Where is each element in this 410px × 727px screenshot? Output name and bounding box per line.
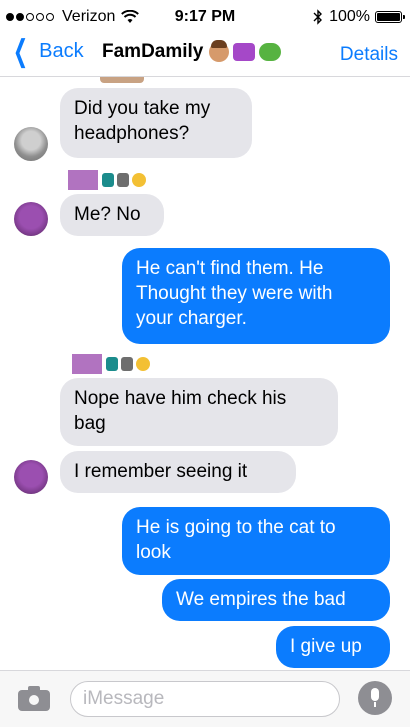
camera-icon[interactable] bbox=[18, 685, 50, 711]
dress-emoji-icon bbox=[106, 357, 118, 371]
sleeping-face-emoji-icon bbox=[136, 357, 150, 371]
message-bubble-outgoing[interactable]: We empires the bad bbox=[162, 579, 390, 621]
sender-emoji-strip-partial bbox=[100, 77, 144, 83]
back-button[interactable]: ❮ Back bbox=[8, 34, 84, 68]
woman-emoji-icon bbox=[209, 40, 230, 62]
battery-icon bbox=[375, 11, 405, 23]
microphone-emoji-icon bbox=[121, 357, 133, 371]
dress-emoji-icon bbox=[102, 173, 114, 187]
message-bubble-incoming[interactable]: Me? No bbox=[60, 194, 164, 236]
message-bubble-incoming[interactable]: Nope have him check his bag bbox=[60, 378, 338, 446]
mic-stand bbox=[374, 702, 376, 707]
redacted-name bbox=[72, 354, 102, 374]
battery-percent: 100% bbox=[329, 8, 370, 25]
message-thread[interactable]: Did you take my headphones? Me? No He ca… bbox=[0, 77, 410, 670]
message-bubble-outgoing[interactable]: I give up bbox=[276, 626, 390, 668]
microphone-icon[interactable] bbox=[358, 681, 392, 715]
title-emojis bbox=[209, 40, 282, 62]
bluetooth-icon bbox=[313, 9, 323, 25]
avatar[interactable] bbox=[14, 460, 48, 494]
avatar[interactable] bbox=[14, 202, 48, 236]
conversation-title[interactable]: FamDamily bbox=[102, 40, 282, 63]
camera-lens bbox=[27, 693, 41, 707]
details-button[interactable]: Details bbox=[340, 44, 398, 66]
sender-emoji-strip bbox=[72, 353, 153, 375]
message-bubble-incoming[interactable]: Did you take my headphones? bbox=[60, 88, 252, 158]
nav-bar: ❮ Back FamDamily Details bbox=[0, 34, 410, 74]
avatar[interactable] bbox=[14, 127, 48, 161]
title-text: FamDamily bbox=[102, 41, 204, 62]
sender-emoji-strip bbox=[68, 169, 149, 191]
message-input[interactable] bbox=[70, 681, 340, 717]
alien-monster-emoji-icon bbox=[233, 43, 256, 61]
back-label: Back bbox=[39, 40, 84, 62]
microphone-emoji-icon bbox=[117, 173, 129, 187]
mic-capsule bbox=[371, 688, 379, 701]
message-bubble-incoming[interactable]: I remember seeing it bbox=[60, 451, 296, 493]
frog-emoji-icon bbox=[259, 43, 282, 61]
message-bubble-outgoing[interactable]: He can't find them. He Thought they were… bbox=[122, 248, 390, 344]
redacted-name bbox=[68, 170, 98, 190]
battery-fill bbox=[377, 13, 400, 21]
status-right: 100% bbox=[313, 8, 405, 26]
composer-bar bbox=[0, 670, 410, 727]
sleeping-face-emoji-icon bbox=[132, 173, 146, 187]
chevron-left-icon: ❮ bbox=[13, 34, 29, 68]
status-bar: Verizon 9:17 PM 100% bbox=[0, 0, 410, 34]
message-bubble-outgoing[interactable]: He is going to the cat to look bbox=[122, 507, 390, 575]
